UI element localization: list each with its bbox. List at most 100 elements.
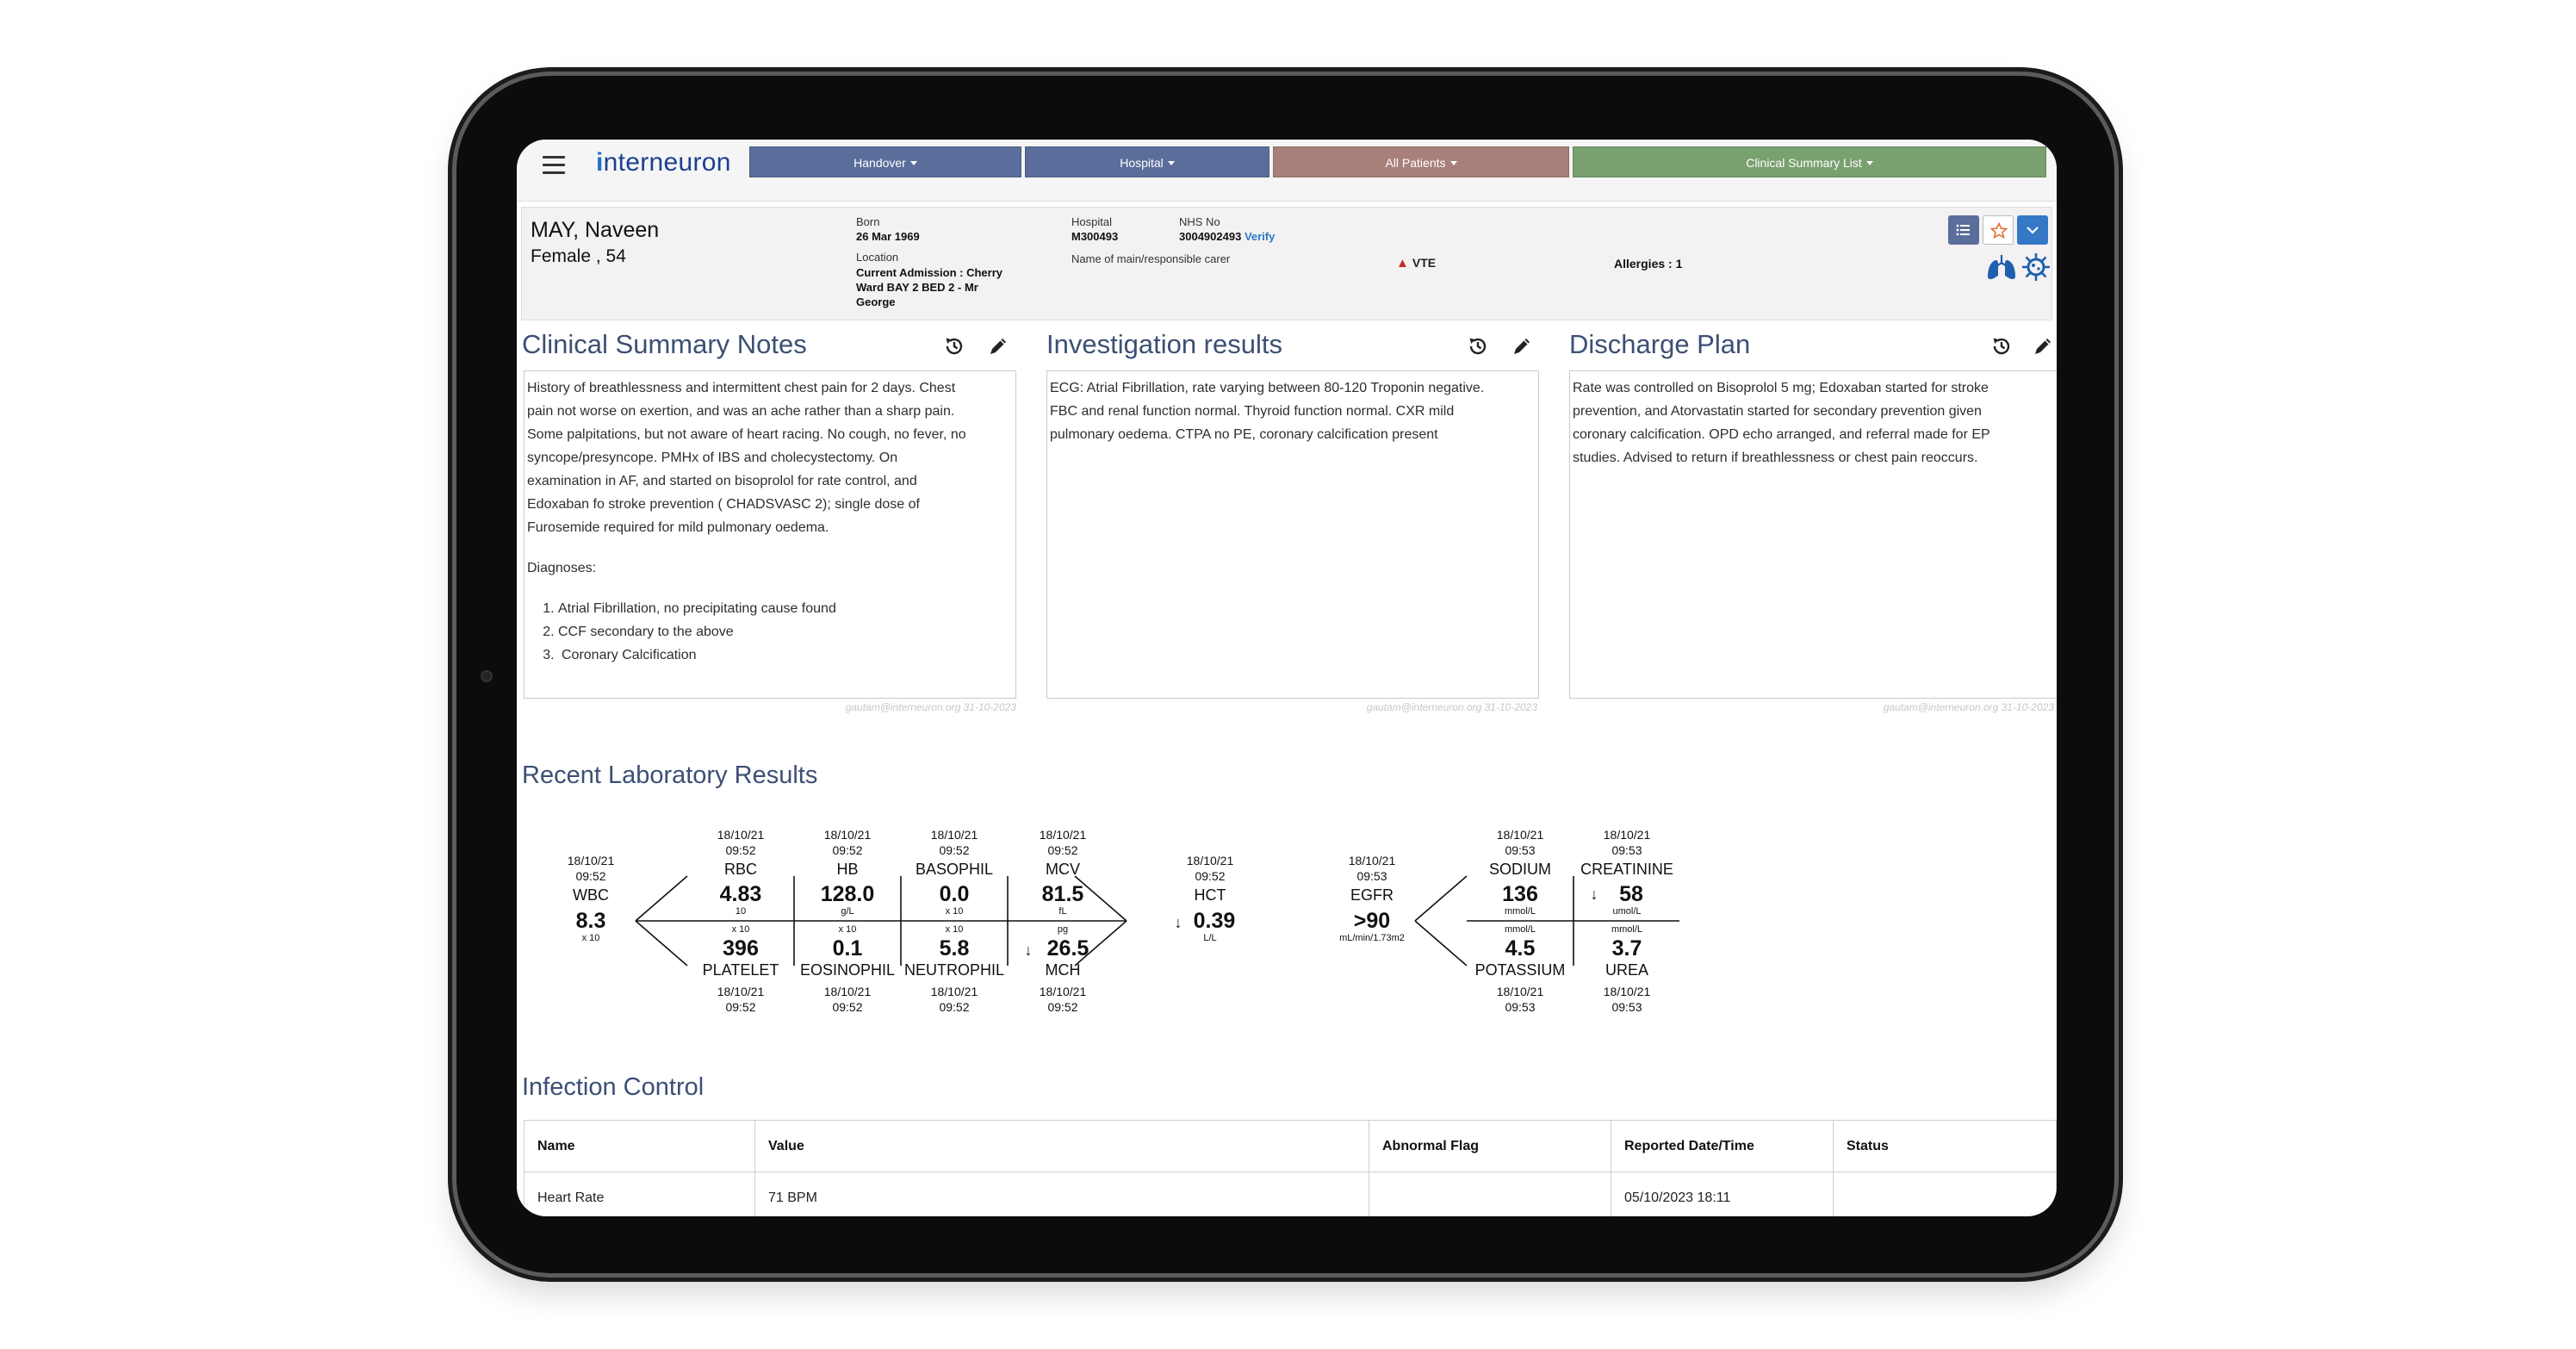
lab-name[interactable]: SODIUM (1489, 861, 1551, 878)
verify-link[interactable]: Verify (1245, 230, 1275, 243)
down-arrow-icon: ↓ (1025, 942, 1033, 959)
lab-unit: x 10 (946, 906, 964, 917)
tab-all-patients[interactable]: All Patients (1273, 146, 1569, 177)
lab-unit: g/L (841, 906, 853, 917)
allergies-indicator[interactable]: Allergies : 1 (1614, 257, 1682, 270)
history-icon[interactable] (1465, 333, 1491, 359)
down-arrow-icon: ↓ (1175, 914, 1182, 931)
lab-name[interactable]: UREA (1605, 961, 1648, 979)
lab-name[interactable]: POTASSIUM (1475, 961, 1566, 979)
clinical-line: Some palpitations, but not aware of hear… (527, 427, 966, 442)
lab-name[interactable]: RBC (724, 861, 757, 878)
clinical-line: pain not worse on exertion, and was an a… (527, 404, 955, 419)
lab-time: 09:53 (1505, 843, 1535, 857)
column-header-name[interactable]: Name (524, 1120, 755, 1172)
clinical-line: syncope/presyncope. PMHx of IBS and chol… (527, 451, 898, 465)
lab-name[interactable]: MCV (1046, 861, 1080, 878)
edit-pencil-icon[interactable] (1509, 333, 1535, 359)
lab-date: 18/10/21 (717, 828, 765, 842)
lab-value[interactable]: 4.83 (720, 882, 762, 906)
clinical-author-stamp: gautam@interneuron.org 31-10-2023 (845, 701, 1016, 713)
vte-alert[interactable]: ▲ VTE (1396, 256, 1436, 270)
lab-name[interactable]: MCH (1046, 961, 1081, 979)
discharge-author-stamp: gautam@interneuron.org 31-10-2023 (1883, 701, 2054, 713)
hct-date: 18/10/21 (1187, 854, 1234, 867)
lab-value[interactable]: 26.5 (1047, 936, 1089, 960)
lab-name[interactable]: PLATELET (703, 961, 779, 979)
lab-value[interactable]: 0.0 (940, 882, 970, 906)
lab-name[interactable]: CREATININE (1580, 861, 1673, 878)
clinical-line: Edoxaban fo stroke prevention ( CHADSVAS… (527, 497, 920, 512)
lab-date: 18/10/21 (931, 828, 978, 842)
favourite-button[interactable] (1983, 215, 2014, 245)
lungs-icon[interactable] (1986, 252, 2017, 282)
power-hardware-button (2114, 362, 2121, 525)
lab-unit: 10 (736, 906, 746, 917)
interneuron-logo: interneuron (596, 148, 731, 177)
edit-pencil-icon[interactable] (985, 333, 1011, 359)
lab-value[interactable]: 81.5 (1042, 882, 1084, 906)
lab-date: 18/10/21 (824, 828, 872, 842)
lab-date: 18/10/21 (717, 985, 765, 998)
tab-hospital[interactable]: Hospital (1025, 146, 1269, 177)
lab-name[interactable]: EOSINOPHIL (800, 961, 895, 979)
column-header-reported-datetime[interactable]: Reported Date/Time (1611, 1120, 1834, 1172)
edit-pencil-icon[interactable] (2030, 333, 2056, 359)
lab-time: 09:52 (725, 843, 755, 857)
wbc-name[interactable]: WBC (573, 886, 609, 904)
lab-value[interactable]: 58 (1619, 882, 1643, 906)
hamburger-menu-icon[interactable] (543, 156, 565, 175)
cell-name: Heart Rate (524, 1172, 755, 1216)
hospital-label: Hospital (1071, 215, 1112, 228)
lab-value[interactable]: 0.1 (833, 936, 863, 960)
expand-banner-button[interactable] (2017, 215, 2048, 245)
egfr-date: 18/10/21 (1349, 854, 1396, 867)
lab-value[interactable]: 3.7 (1612, 936, 1642, 960)
hct-name[interactable]: HCT (1195, 886, 1226, 904)
lab-value[interactable]: 5.8 (940, 936, 970, 960)
lab-name[interactable]: NEUTROPHIL (904, 961, 1004, 979)
egfr-time: 09:53 (1356, 869, 1387, 883)
lab-name[interactable]: HB (836, 861, 858, 878)
lab-value[interactable]: 396 (723, 936, 759, 960)
wbc-unit: x 10 (582, 933, 600, 943)
egfr-name[interactable]: EGFR (1350, 886, 1394, 904)
hct-value[interactable]: 0.39 (1194, 909, 1236, 933)
patient-name: MAY, Naveen (531, 218, 660, 242)
lab-value[interactable]: 136 (1502, 882, 1538, 906)
diagnosis-item: Coronary Calcification (558, 643, 1013, 667)
diagnosis-item: CCF secondary to the above (558, 620, 1013, 643)
lab-name[interactable]: BASOPHIL (916, 861, 993, 878)
tab-handover[interactable]: Handover (749, 146, 1021, 177)
column-header-abnormal-flag[interactable]: Abnormal Flag (1369, 1120, 1611, 1172)
lab-unit: x 10 (839, 924, 857, 935)
column-header-value[interactable]: Value (754, 1120, 1369, 1172)
investigation-results-box[interactable]: ECG: Atrial Fibrillation, rate varying b… (1046, 370, 1539, 699)
discharge-plan-box[interactable]: Rate was controlled on Bisoprolol 5 mg; … (1569, 370, 2057, 699)
virus-icon[interactable] (2021, 252, 2051, 282)
lab-time: 09:52 (939, 1000, 969, 1014)
infection-control-title: Infection Control (522, 1073, 705, 1101)
column-header-status[interactable]: Status (1833, 1120, 2057, 1172)
egfr-value[interactable]: >90 (1354, 909, 1390, 933)
lab-date: 18/10/21 (1040, 985, 1087, 998)
wbc-value[interactable]: 8.3 (576, 909, 606, 933)
lab-date: 18/10/21 (824, 985, 872, 998)
lab-value[interactable]: 4.5 (1505, 936, 1536, 960)
discharge-line: studies. Advised to return if breathless… (1573, 451, 1978, 465)
camera-icon (481, 670, 493, 682)
table-row[interactable]: Heart Rate 71 BPM 05/10/2023 18:11 (524, 1172, 2057, 1216)
wbc-time: 09:52 (575, 869, 605, 883)
lab-value[interactable]: 128.0 (821, 882, 875, 906)
tab-clinical-summary-list[interactable]: Clinical Summary List (1573, 146, 2046, 177)
lab-time: 09:52 (832, 843, 862, 857)
infection-control-table: Name Value Abnormal Flag Reported Date/T… (524, 1120, 2057, 1216)
lab-time: 09:52 (725, 1000, 755, 1014)
clinical-line: History of breathlessness and intermitte… (527, 381, 956, 395)
history-icon[interactable] (941, 333, 967, 359)
clinical-summary-notes-box[interactable]: History of breathlessness and intermitte… (524, 370, 1016, 699)
diagnosis-item: Atrial Fibrillation, no precipitating ca… (558, 597, 1013, 620)
history-icon[interactable] (1989, 333, 2014, 359)
lab-time: 09:53 (1611, 843, 1642, 857)
list-view-button[interactable] (1948, 215, 1979, 245)
